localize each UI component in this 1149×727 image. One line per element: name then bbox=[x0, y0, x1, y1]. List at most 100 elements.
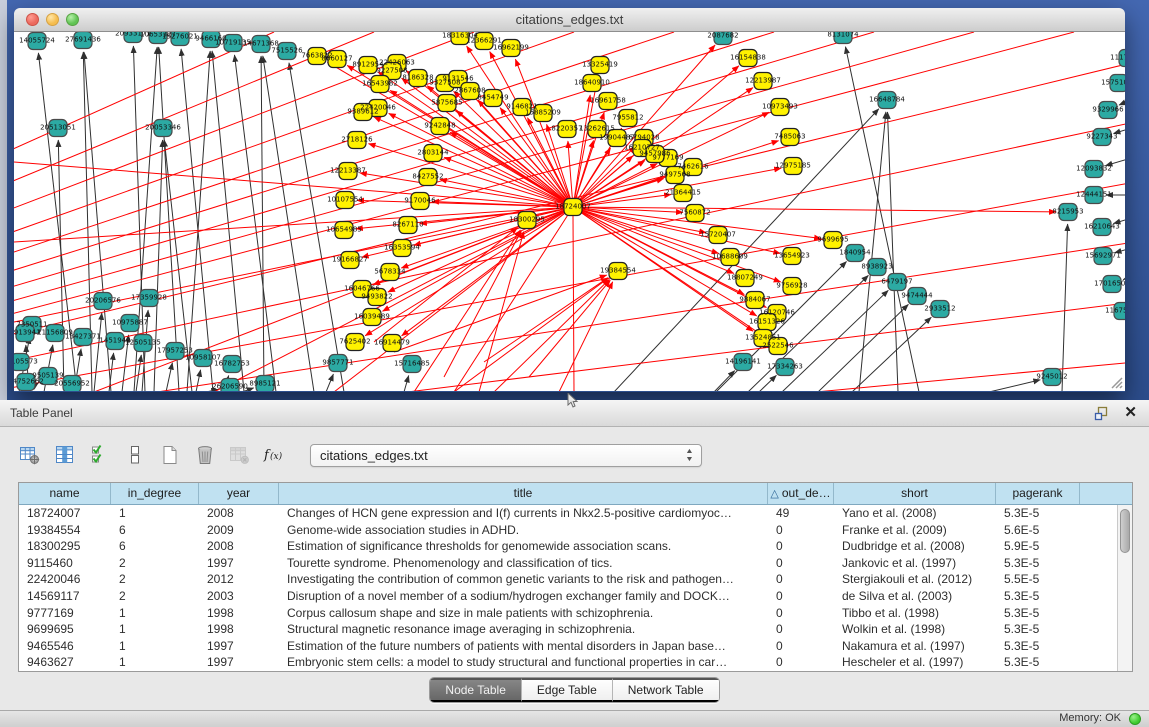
cell-pagerank[interactable]: 5.3E-5 bbox=[996, 588, 1080, 605]
graph-edge[interactable] bbox=[326, 374, 333, 391]
column-header-year[interactable]: year bbox=[199, 483, 279, 504]
cell-out_degree[interactable]: 0 bbox=[768, 522, 834, 539]
graph-edge[interactable] bbox=[759, 375, 776, 391]
graph-edge[interactable] bbox=[568, 141, 572, 198]
graph-edge[interactable] bbox=[414, 230, 520, 391]
cell-title[interactable]: Structural magnetic resonance image aver… bbox=[279, 621, 768, 638]
table-selector-dropdown[interactable]: citations_edges.txt▲▼ bbox=[310, 444, 702, 467]
column-header-name[interactable]: name bbox=[19, 483, 111, 504]
cell-short[interactable]: Stergiakouli et al. (2012) bbox=[834, 571, 996, 588]
cell-name[interactable]: 9115460 bbox=[19, 555, 111, 572]
cell-title[interactable]: Corpus callosum shape and size in male p… bbox=[279, 605, 768, 622]
cell-pagerank[interactable]: 5.3E-5 bbox=[996, 654, 1080, 671]
cell-title[interactable]: Estimation of significance thresholds fo… bbox=[279, 538, 768, 555]
table-row[interactable]: 1938455462009Genome-wide association stu… bbox=[19, 522, 1117, 539]
cell-title[interactable]: Changes of HCN gene expression and I(f) … bbox=[279, 505, 768, 522]
cell-in_degree[interactable]: 2 bbox=[111, 555, 199, 572]
column-header-title[interactable]: title bbox=[279, 483, 768, 504]
cell-year[interactable]: 2012 bbox=[199, 571, 279, 588]
cell-short[interactable]: Nakamura et al. (1997) bbox=[834, 638, 996, 655]
zoom-traffic-light-icon[interactable] bbox=[66, 13, 79, 26]
close-panel-icon[interactable]: ✕ bbox=[1124, 403, 1137, 423]
graph-edge[interactable] bbox=[14, 242, 1125, 391]
graph-edge[interactable] bbox=[136, 355, 141, 391]
table-settings-button[interactable] bbox=[16, 440, 44, 470]
cell-out_degree[interactable]: 0 bbox=[768, 588, 834, 605]
graph-edge[interactable] bbox=[559, 282, 613, 391]
cell-out_degree[interactable]: 0 bbox=[768, 555, 834, 572]
cell-title[interactable]: Disruption of a novel member of a sodium… bbox=[279, 588, 768, 605]
cell-in_degree[interactable]: 1 bbox=[111, 605, 199, 622]
cell-in_degree[interactable]: 1 bbox=[111, 505, 199, 522]
cell-year[interactable]: 2008 bbox=[199, 505, 279, 522]
scrollbar-thumb[interactable] bbox=[1120, 509, 1130, 553]
cell-pagerank[interactable]: 5.3E-5 bbox=[996, 555, 1080, 572]
cell-name[interactable]: 19384554 bbox=[19, 522, 111, 539]
cell-name[interactable]: 9463627 bbox=[19, 654, 111, 671]
table-row[interactable]: 977716911998Corpus callosum shape and si… bbox=[19, 605, 1117, 622]
tab-network-table[interactable]: Network Table bbox=[613, 678, 719, 702]
graph-edge[interactable] bbox=[14, 362, 1125, 391]
graph-edge[interactable] bbox=[580, 146, 636, 200]
cell-year[interactable]: 1997 bbox=[199, 555, 279, 572]
graph-edge[interactable] bbox=[529, 280, 610, 377]
graph-edge[interactable] bbox=[187, 51, 210, 391]
column-header-out_degree[interactable]: △out_de… bbox=[768, 483, 834, 504]
graph-edge[interactable] bbox=[58, 140, 64, 391]
network-view-window[interactable]: citations_edges.txt 14055724276914362093… bbox=[14, 8, 1125, 392]
function-builder-button[interactable]: f(x) bbox=[261, 440, 289, 470]
cell-name[interactable]: 22420046 bbox=[19, 571, 111, 588]
graph-edge[interactable] bbox=[989, 380, 1040, 391]
graph-edge[interactable] bbox=[479, 232, 524, 391]
cell-pagerank[interactable]: 5.3E-5 bbox=[996, 638, 1080, 655]
cell-year[interactable]: 2008 bbox=[199, 538, 279, 555]
column-header-short[interactable]: short bbox=[834, 483, 996, 504]
cell-out_degree[interactable]: 49 bbox=[768, 505, 834, 522]
network-canvas[interactable]: 1405572427691436209331711065332715276021… bbox=[14, 32, 1125, 391]
window-resize-grip-icon[interactable] bbox=[1109, 375, 1123, 389]
table-row[interactable]: 1456911722003Disruption of a novel membe… bbox=[19, 588, 1117, 605]
cell-year[interactable]: 1998 bbox=[199, 605, 279, 622]
tab-node-table[interactable]: Node Table bbox=[430, 678, 522, 702]
graph-edge[interactable] bbox=[484, 278, 608, 362]
table-row[interactable]: 1872400712008Changes of HCN gene express… bbox=[19, 505, 1117, 522]
network-window-titlebar[interactable]: citations_edges.txt bbox=[14, 8, 1125, 32]
cell-in_degree[interactable]: 1 bbox=[111, 621, 199, 638]
row-height-button[interactable] bbox=[121, 440, 149, 470]
cell-short[interactable]: Yano et al. (2008) bbox=[834, 505, 996, 522]
citation-network-graph[interactable]: 1405572427691436209331711065332715276021… bbox=[14, 32, 1125, 391]
cell-title[interactable]: Estimation of the future numbers of pati… bbox=[279, 638, 768, 655]
select-columns-check-button[interactable] bbox=[86, 440, 114, 470]
graph-edge[interactable] bbox=[196, 370, 201, 391]
graph-edge[interactable] bbox=[467, 46, 568, 200]
cell-year[interactable]: 1997 bbox=[199, 638, 279, 655]
cell-year[interactable]: 1998 bbox=[199, 621, 279, 638]
cell-title[interactable]: Embryonic stem cells: a model to study s… bbox=[279, 654, 768, 671]
table-row[interactable]: 2242004622012Investigating the contribut… bbox=[19, 571, 1117, 588]
table-row[interactable]: 911546021997Tourette syndrome. Phenomeno… bbox=[19, 555, 1117, 572]
cell-title[interactable]: Investigating the contribution of common… bbox=[279, 571, 768, 588]
column-header-pagerank[interactable]: pagerank bbox=[996, 483, 1080, 504]
graph-edge[interactable] bbox=[714, 371, 735, 391]
cell-in_degree[interactable]: 1 bbox=[111, 638, 199, 655]
cell-name[interactable]: 9465546 bbox=[19, 638, 111, 655]
graph-edge[interactable] bbox=[166, 363, 172, 391]
cell-short[interactable]: Jankovic et al. (1997) bbox=[834, 555, 996, 572]
graph-edge[interactable] bbox=[1119, 98, 1125, 105]
cell-out_degree[interactable]: 0 bbox=[768, 571, 834, 588]
cell-year[interactable]: 2009 bbox=[199, 522, 279, 539]
close-traffic-light-icon[interactable] bbox=[26, 13, 39, 26]
cell-pagerank[interactable]: 5.6E-5 bbox=[996, 522, 1080, 539]
minimize-traffic-light-icon[interactable] bbox=[46, 13, 59, 26]
cell-pagerank[interactable]: 5.9E-5 bbox=[996, 538, 1080, 555]
cell-short[interactable]: Franke et al. (2009) bbox=[834, 522, 996, 539]
column-header-in_degree[interactable]: in_degree bbox=[111, 483, 199, 504]
cell-short[interactable]: Wolkin et al. (1998) bbox=[834, 621, 996, 638]
delete-trash-button[interactable] bbox=[191, 440, 219, 470]
table-row[interactable]: 1830029562008Estimation of significance … bbox=[19, 538, 1117, 555]
graph-edge[interactable] bbox=[14, 32, 1074, 391]
cell-in_degree[interactable]: 2 bbox=[111, 588, 199, 605]
new-column-button[interactable] bbox=[156, 440, 184, 470]
node-table[interactable]: namein_degreeyeartitle△out_de…shortpager… bbox=[18, 482, 1133, 672]
cell-title[interactable]: Genome-wide association studies in ADHD. bbox=[279, 522, 768, 539]
